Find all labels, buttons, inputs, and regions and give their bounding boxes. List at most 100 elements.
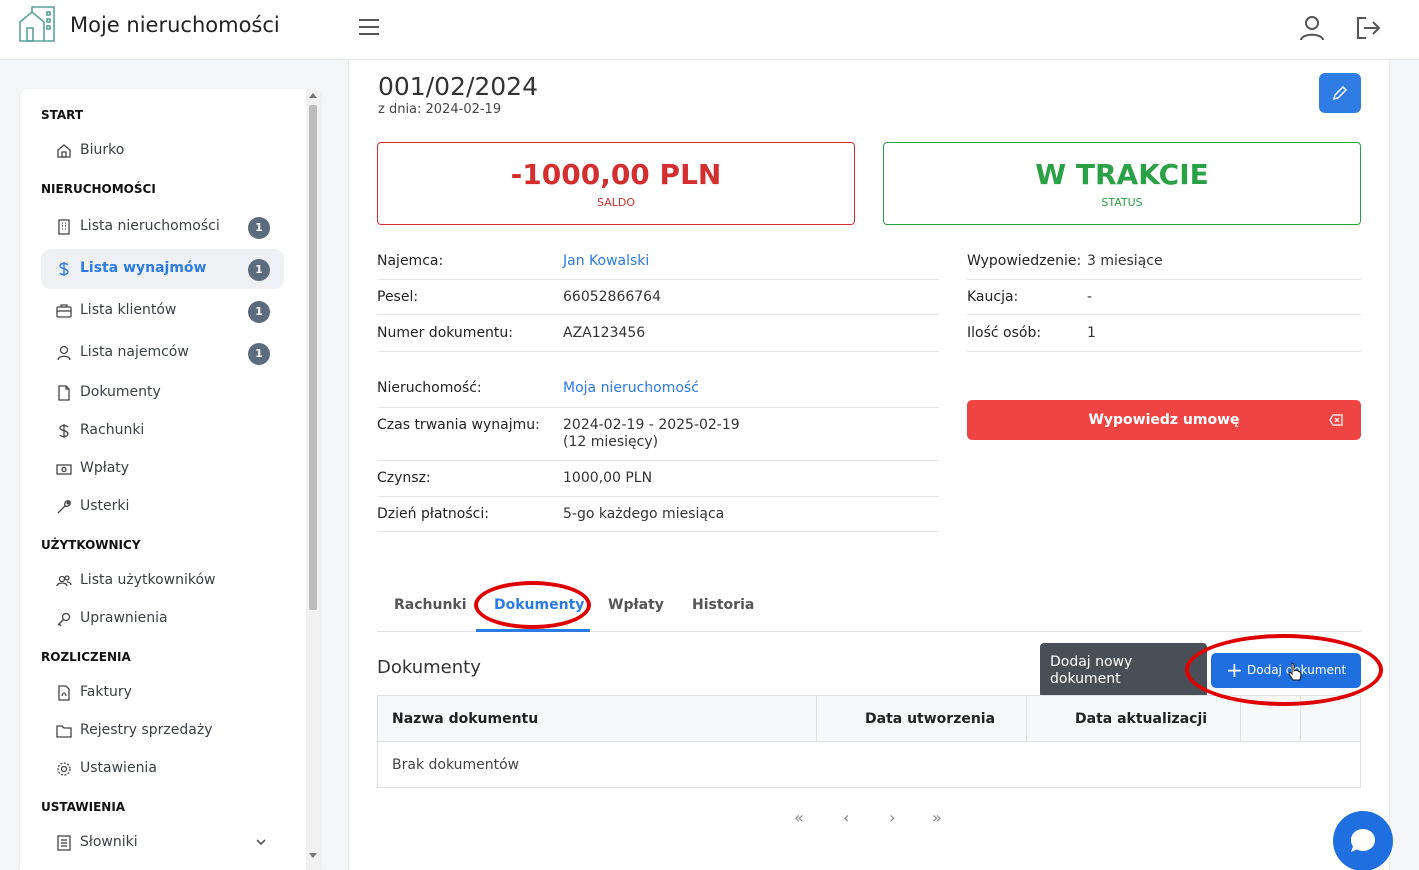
sidebar-item-rejestry-sprzedazy[interactable]: Rejestry sprzedaży <box>41 711 284 751</box>
detail-value: 66052866764 <box>563 289 661 305</box>
hamburger-icon[interactable] <box>357 17 381 37</box>
gear-icon <box>57 762 71 776</box>
key-icon <box>57 612 71 627</box>
dollar-icon <box>59 424 69 438</box>
count-badge: 1 <box>248 259 270 281</box>
detail-key: Numer dokumentu: <box>377 325 514 341</box>
property-link[interactable]: Moja nieruchomość <box>563 380 699 396</box>
sidebar-item-rachunki[interactable]: Rachunki <box>41 411 284 451</box>
scrollbar-thumb[interactable] <box>309 105 317 610</box>
sidebar-item-ustawienia[interactable]: Ustawienia <box>41 749 284 789</box>
top-bar: Moje nieruchomości <box>0 0 1419 60</box>
sidebar-item-label: Biurko <box>80 142 125 158</box>
hand-cursor-icon <box>1288 662 1302 681</box>
detail-key: Wypowiedzenie: <box>967 253 1082 269</box>
pager-first[interactable]: « <box>794 808 804 827</box>
sidebar-scrollbar[interactable] <box>306 89 320 870</box>
tenant-link[interactable]: Jan Kowalski <box>563 253 649 269</box>
main-content: 001/02/2024 z dnia: 2024-02-19 -1000,00 … <box>348 60 1390 870</box>
backspace-icon <box>1329 414 1343 426</box>
pager-next[interactable]: › <box>889 808 895 827</box>
section-users: UŻYTKOWNICY <box>41 538 141 552</box>
column-header-label: Nazwa dokumentu <box>392 711 539 727</box>
detail-key: Dzień płatności: <box>377 506 489 522</box>
sidebar-item-wplaty[interactable]: Wpłaty <box>41 449 284 489</box>
section-settings: USTAWIENIA <box>41 800 126 814</box>
tab-historia[interactable]: Historia <box>692 597 754 613</box>
detail-key: Kaucja: <box>967 289 1019 305</box>
documents-title: Dokumenty <box>377 657 481 678</box>
sidebar-item-biurko[interactable]: Biurko <box>41 131 284 171</box>
detail-value: 1000,00 PLN <box>563 470 653 486</box>
rental-date: z dnia: 2024-02-19 <box>378 102 502 117</box>
table-header: Nazwa dokumentu Data utworzenia Data akt… <box>378 696 1360 742</box>
sidebar: START Biurko NIERUCHOMOŚCI Lista nieruch… <box>20 89 320 870</box>
active-tab-indicator <box>476 629 590 632</box>
count-badge: 1 <box>248 217 270 239</box>
detail-value-sub: (12 miesięcy) <box>563 434 659 450</box>
scroll-up-icon[interactable] <box>309 93 317 98</box>
sidebar-item-dokumenty[interactable]: Dokumenty <box>41 373 284 413</box>
sidebar-item-label: Ustawienia <box>80 760 157 776</box>
home-icon <box>57 144 71 158</box>
sidebar-item-lista-klientow[interactable]: Lista klientów 1 <box>41 291 284 331</box>
chevron-down-icon[interactable] <box>254 835 268 849</box>
sidebar-item-lista-wynajmow[interactable]: Lista wynajmów 1 <box>41 249 284 289</box>
sidebar-item-slowniki[interactable]: Słowniki <box>41 823 284 863</box>
detail-row-payment-day: Dzień płatności: 5-go każdego miesiąca <box>377 497 939 532</box>
sidebar-item-label: Lista wynajmów <box>80 260 207 276</box>
sidebar-item-label: Lista nieruchomości <box>80 218 220 234</box>
column-header[interactable]: Data aktualizacji <box>1027 696 1241 742</box>
cash-icon <box>56 464 72 475</box>
folder-icon <box>56 725 72 738</box>
wrench-icon <box>57 500 71 514</box>
chat-button[interactable] <box>1333 811 1393 870</box>
users-icon <box>56 575 72 587</box>
pencil-icon <box>1332 85 1348 101</box>
scroll-down-icon[interactable] <box>309 853 317 858</box>
edit-button[interactable] <box>1319 73 1361 113</box>
user-icon[interactable] <box>1298 14 1326 42</box>
sidebar-item-faktury[interactable]: Faktury <box>41 673 284 713</box>
column-header[interactable]: Data utworzenia <box>817 696 1027 742</box>
logout-icon[interactable] <box>1354 14 1382 42</box>
section-start: START <box>41 108 84 122</box>
sidebar-item-label: Wpłaty <box>80 460 130 476</box>
pager-last[interactable]: » <box>932 808 942 827</box>
column-header[interactable]: Nazwa dokumentu <box>378 696 817 742</box>
sidebar-item-uprawnienia[interactable]: Uprawnienia <box>41 599 284 639</box>
sidebar-item-usterki[interactable]: Usterki <box>41 487 284 527</box>
count-badge: 1 <box>248 301 270 323</box>
documents-table: Nazwa dokumentu Data utworzenia Data akt… <box>377 695 1361 788</box>
status-label: STATUS <box>1101 196 1143 209</box>
pager-prev[interactable]: ‹ <box>843 808 849 827</box>
detail-row-rent: Czynsz: 1000,00 PLN <box>377 461 939 497</box>
sidebar-item-lista-najemcow[interactable]: Lista najemców 1 <box>41 333 284 373</box>
detail-value: AZA123456 <box>563 325 646 341</box>
plus-icon: + <box>1226 658 1243 682</box>
tab-rachunki[interactable]: Rachunki <box>394 597 467 613</box>
sidebar-item-lista-uzytkownikow[interactable]: Lista użytkowników <box>41 561 284 601</box>
section-billing: ROZLICZENIA <box>41 650 131 664</box>
sidebar-item-label: Rachunki <box>80 422 145 438</box>
sidebar-item-label: Dokumenty <box>80 384 161 400</box>
terminate-contract-button[interactable]: Wypowiedz umowę <box>967 400 1361 440</box>
column-header-actions <box>1241 696 1301 742</box>
add-document-button[interactable]: + Dodaj dokument <box>1211 653 1361 688</box>
building-icon <box>58 219 70 235</box>
chat-bubble-icon <box>1351 829 1375 852</box>
tooltip: Dodaj nowy dokument <box>1040 643 1207 698</box>
tab-wplaty[interactable]: Wpłaty <box>608 597 664 613</box>
sidebar-item-lista-nieruchomosci[interactable]: Lista nieruchomości 1 <box>41 207 284 247</box>
detail-key: Najemca: <box>377 253 444 269</box>
detail-value: 3 miesiące <box>1087 253 1163 269</box>
briefcase-icon <box>56 304 72 318</box>
building-logo-icon[interactable] <box>18 6 56 42</box>
balance-value: -1000,00 PLN <box>510 158 722 191</box>
balance-label: SALDO <box>597 196 635 209</box>
detail-row-people: Ilość osób: 1 <box>967 315 1361 352</box>
sidebar-item-label: Rejestry sprzedaży <box>80 722 213 738</box>
detail-row-tenant: Najemca: Jan Kowalski <box>377 243 939 280</box>
sidebar-item-label: Faktury <box>80 684 132 700</box>
tab-dokumenty[interactable]: Dokumenty <box>494 597 584 613</box>
